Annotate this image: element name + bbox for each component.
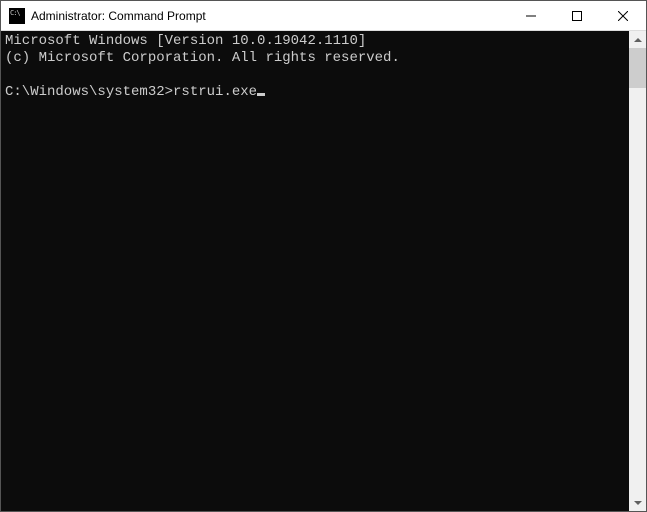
scroll-down-button[interactable] bbox=[629, 494, 646, 511]
scroll-up-button[interactable] bbox=[629, 31, 646, 48]
window-title: Administrator: Command Prompt bbox=[31, 9, 508, 23]
vertical-scrollbar[interactable] bbox=[629, 31, 646, 511]
prompt-line: C:\Windows\system32>rstrui.exe bbox=[5, 84, 265, 100]
maximize-button[interactable] bbox=[554, 1, 600, 30]
scroll-thumb[interactable] bbox=[629, 48, 646, 88]
cursor bbox=[257, 93, 265, 96]
titlebar[interactable]: Administrator: Command Prompt bbox=[1, 1, 646, 31]
terminal[interactable]: Microsoft Windows [Version 10.0.19042.11… bbox=[1, 31, 629, 511]
content-area: Microsoft Windows [Version 10.0.19042.11… bbox=[1, 31, 646, 511]
cmd-icon bbox=[9, 8, 25, 24]
minimize-button[interactable] bbox=[508, 1, 554, 30]
prompt-text: C:\Windows\system32> bbox=[5, 84, 173, 100]
command-prompt-window: Administrator: Command Prompt Microsoft … bbox=[0, 0, 647, 512]
copyright-line: (c) Microsoft Corporation. All rights re… bbox=[5, 50, 400, 66]
command-text: rstrui.exe bbox=[173, 84, 257, 100]
close-button[interactable] bbox=[600, 1, 646, 30]
version-line: Microsoft Windows [Version 10.0.19042.11… bbox=[5, 33, 366, 49]
scroll-track[interactable] bbox=[629, 48, 646, 494]
window-controls bbox=[508, 1, 646, 30]
